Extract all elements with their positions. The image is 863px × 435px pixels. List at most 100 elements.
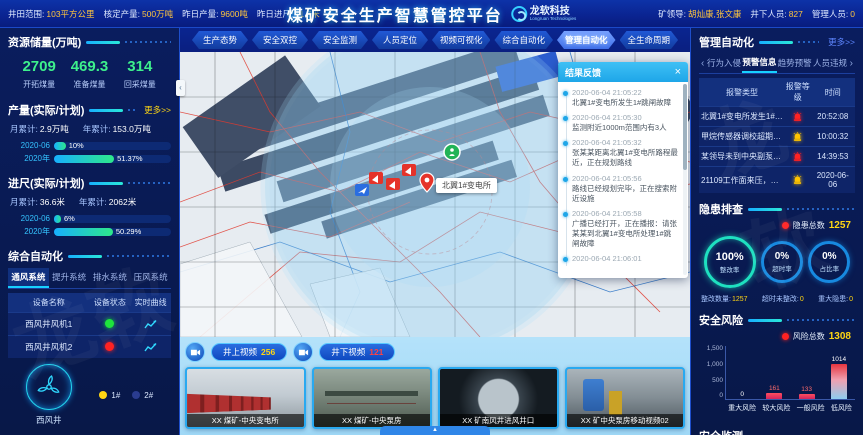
section-title: 产量(实际/计划) xyxy=(8,102,84,118)
progress-fill xyxy=(54,142,66,150)
kpi-label: 核定产量: xyxy=(104,9,140,19)
more-link[interactable]: 更多>> xyxy=(828,36,855,48)
nav-tab-production-status[interactable]: 生产态势 xyxy=(192,31,248,49)
alarm-time: 20:52:08 xyxy=(811,107,856,127)
camera-icon[interactable] xyxy=(293,342,313,362)
kpi-label: 管理人员: xyxy=(812,9,848,19)
surface-video-button[interactable]: 井上视频 256 xyxy=(211,343,287,361)
timeline-time: 2020-06-04 21:06:01 xyxy=(572,254,678,263)
bar-larger-risk: 161 xyxy=(766,345,782,399)
kpi-value: 500万吨 xyxy=(142,9,173,19)
progress-row: 2020-06 10% xyxy=(8,141,171,150)
table-row[interactable]: 北翼1#变电所发生1#跳闸… 20:52:08 xyxy=(699,107,855,127)
tab-personnel-violation[interactable]: 人员违规 xyxy=(812,54,847,72)
nav-tab-management-automation[interactable]: 管理自动化 xyxy=(557,31,616,49)
underground-video-button[interactable]: 井下视频 121 xyxy=(319,343,395,361)
header-accent xyxy=(89,182,123,185)
video-count-badge: 256 xyxy=(261,347,275,357)
total-value: 1257 xyxy=(829,220,851,231)
nav-tab-lifecycle[interactable]: 全生命周期 xyxy=(620,31,679,49)
proportion-rate-ring: 0% 占比率 xyxy=(808,241,850,283)
tab-compressed-air[interactable]: 压风系统 xyxy=(130,268,171,288)
camera-icon[interactable] xyxy=(185,342,205,362)
col-header: 实时曲线 xyxy=(130,293,171,313)
table-row[interactable]: 某领导未到中央副泵房3-3… 14:39:53 xyxy=(699,147,855,167)
map-marker-label[interactable]: 北翼1#变电所 xyxy=(436,178,497,193)
header-dots xyxy=(787,208,855,210)
nav-tab-video-visualization[interactable]: 视频可视化 xyxy=(432,31,491,49)
chevron-right-icon[interactable]: › xyxy=(848,58,855,69)
reserve-stat: 2709 开拓煤量 xyxy=(14,58,64,90)
center-area: 生产态势 安全双控 安全监测 人员定位 视频可视化 综合自动化 管理自动化 全生… xyxy=(180,28,690,435)
sum-label: 月累计: xyxy=(10,124,38,134)
curve-chart-icon[interactable] xyxy=(130,313,171,336)
nav-tab-safety-dual-control[interactable]: 安全双控 xyxy=(252,31,308,49)
col-header: 报警类型 xyxy=(699,78,785,107)
section-production: 产量(实际/计划) 更多>> 月累计:2.9万吨 年累计:153.0万吨 202… xyxy=(0,96,179,169)
close-icon[interactable]: × xyxy=(675,67,681,78)
legend-dot xyxy=(99,391,107,399)
kpi-label: 井田范围: xyxy=(8,9,44,19)
device-table: 设备名称 设备状态 实时曲线 西风井风机1 西风井风机2 xyxy=(8,293,171,358)
alarm-time: 14:39:53 xyxy=(811,147,856,167)
plot-area: 0 161 133 1014 xyxy=(725,346,855,400)
chevron-left-icon[interactable]: ‹ xyxy=(699,58,706,69)
popup-scrollbar[interactable] xyxy=(683,84,687,275)
strip-collapse-button[interactable]: ▲ xyxy=(380,426,490,435)
fan-label: 西风井 xyxy=(26,414,72,426)
video-strip: 井上视频 256 井下视频 121 XX 煤矿-中央变电所 X xyxy=(180,337,690,435)
tab-behavior-intrusion[interactable]: 行为入侵 xyxy=(706,54,741,72)
stat-label: 重大隐患: xyxy=(818,296,848,303)
legend-label: 2# xyxy=(144,391,153,400)
tab-alert-info[interactable]: 预警信息 xyxy=(742,53,777,73)
more-link[interactable]: 更多>> xyxy=(144,104,171,116)
mine-kpi-strip: 井田范围:103平方公里 核定产量:500万吨 昨日产量:9600吨 昨日进尺:… xyxy=(0,8,328,20)
tab-drainage[interactable]: 排水系统 xyxy=(90,268,131,288)
logo-subtitle: Longruan Technologies xyxy=(530,17,576,22)
table-row[interactable]: 21109工作面来压，预计… 2020-06-06 xyxy=(699,167,855,194)
section-title: 安全风险 xyxy=(699,312,743,328)
ring-label: 整改率 xyxy=(720,264,740,274)
nav-tab-safety-monitoring[interactable]: 安全监测 xyxy=(312,31,368,49)
ring-label: 超时率 xyxy=(772,263,792,273)
vendor-logo: 龙软科技 Longruan Technologies xyxy=(511,6,576,22)
video-thumbnail[interactable]: XX 矿中央泵房移动视频02 xyxy=(565,367,686,429)
header-accent xyxy=(89,109,123,112)
section-title: 资源储量(万吨) xyxy=(8,34,81,50)
progress-row: 2020年 51.37% xyxy=(8,153,171,164)
section-title: 隐患排查 xyxy=(699,201,743,217)
curve-chart-icon[interactable] xyxy=(130,336,171,359)
timeline-text: 路线已经规划完毕，正在搜索附近设施 xyxy=(572,184,678,204)
stat-value: 469.3 xyxy=(64,58,114,75)
tab-hoist[interactable]: 提升系统 xyxy=(49,268,90,288)
video-thumbnail[interactable]: XX 煤矿-中央变电所 xyxy=(185,367,306,429)
progress-value: 51.37% xyxy=(117,154,142,163)
tab-ventilation[interactable]: 通风系统 xyxy=(8,268,49,288)
total-value: 1308 xyxy=(829,331,851,342)
timeline-text: 广播已经打开，正在播报：请张某某到北翼1#变电所处理1#跳闸故障 xyxy=(572,219,678,249)
x-tick: 较大风险 xyxy=(762,403,790,413)
x-tick: 重大风险 xyxy=(728,403,756,413)
nav-tab-integrated-automation[interactable]: 综合自动化 xyxy=(494,31,553,49)
bar xyxy=(766,393,782,399)
sum-value: 2.9万吨 xyxy=(40,124,69,134)
timeline-text: 监测附近1000m范围内有3人 xyxy=(572,123,678,133)
tab-trend-alert[interactable]: 趋势预警 xyxy=(777,54,812,72)
bar xyxy=(799,394,815,399)
y-tick: 0 xyxy=(719,393,723,400)
bar-low-risk: 1014 xyxy=(831,345,847,399)
rectification-rate-ring: 100% 整改率 xyxy=(704,236,756,288)
map-poi-icon xyxy=(444,144,460,160)
left-panel-collapse-handle[interactable]: ‹ xyxy=(176,80,185,96)
alarm-table: 报警类型 报警等级 时间 北翼1#变电所发生1#跳闸… 20:52:08 甲烷传… xyxy=(699,78,855,193)
nav-tab-personnel-location[interactable]: 人员定位 xyxy=(372,31,428,49)
progress-label: 2020年 xyxy=(8,153,50,164)
video-thumbnail[interactable]: XX 煤矿-中央泵房 xyxy=(312,367,433,429)
mine-map[interactable]: 北翼1#变电所 ‹ 结果反馈 × 2020-06-04 21:05:22 北翼1… xyxy=(180,52,690,337)
kpi-label: 矿领导: xyxy=(658,9,686,19)
table-row[interactable]: 甲烷传感器调校超期预警… 10:00:32 xyxy=(699,127,855,147)
video-thumbnail[interactable]: XX 矿南风井进风井口 xyxy=(438,367,559,429)
x-tick: 一般风险 xyxy=(797,403,825,413)
table-row: 西风井风机2 xyxy=(8,336,171,359)
bar xyxy=(831,364,847,399)
